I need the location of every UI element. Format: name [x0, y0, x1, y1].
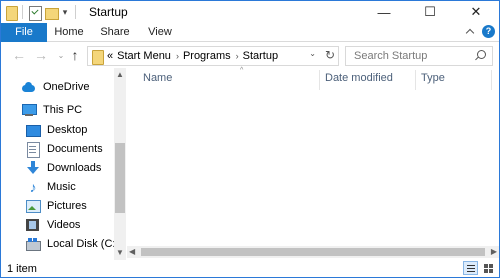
nav-item-this-pc[interactable]: This PC [21, 101, 82, 119]
scroll-down-arrow-icon[interactable]: ▼ [114, 248, 126, 258]
videos-icon [25, 218, 41, 232]
column-header-date-modified[interactable]: Date modified [325, 72, 393, 88]
quick-access-toolbar: ▾ [5, 4, 79, 21]
search-box[interactable]: Search Startup [345, 46, 493, 66]
nav-item-local-disk[interactable]: Local Disk (C:) [25, 235, 119, 253]
breadcrumb-overflow[interactable]: « [107, 50, 113, 62]
expand-ribbon-chevron-icon[interactable] [464, 26, 476, 38]
column-header-name[interactable]: Name [143, 72, 172, 88]
customize-toolbar-dropdown-icon[interactable]: ▾ [60, 7, 70, 18]
file-list-horizontal-scrollbar[interactable]: ◀ ▶ [127, 246, 499, 258]
window-controls: — ☐ ✕ [361, 1, 499, 23]
nav-item-label: Desktop [47, 124, 88, 136]
help-icon[interactable]: ? [482, 25, 495, 38]
new-folder-icon[interactable] [44, 5, 59, 20]
column-divider[interactable] [491, 70, 492, 90]
minimize-button[interactable]: — [361, 1, 407, 23]
downloads-icon [25, 161, 41, 175]
nav-item-label: Local Disk (C:) [47, 238, 120, 250]
documents-icon [25, 142, 41, 158]
breadcrumb-programs[interactable]: Programs [183, 50, 231, 62]
up-button[interactable]: ↑ [67, 46, 83, 64]
navigation-pane: OneDrive This PC Desktop Documents Downl… [1, 68, 125, 260]
navigation-pane-scrollbar[interactable]: ▲ ▼ [114, 68, 126, 260]
nav-item-label: Downloads [47, 162, 102, 174]
ribbon-tabs: File Home Share View ? [1, 23, 499, 42]
details-view-icon[interactable] [463, 261, 478, 275]
navigation-bar: ← → ⌄ ↑ « Start Menu › Programs › Startu… [1, 42, 499, 68]
nav-item-label: Videos [47, 219, 81, 231]
file-list-pane[interactable]: ^ Name Date modified Type ◀ ▶ [127, 67, 499, 260]
nav-item-documents[interactable]: Documents [25, 140, 103, 158]
column-divider[interactable] [319, 70, 320, 90]
desktop-icon [25, 123, 41, 137]
nav-item-desktop[interactable]: Desktop [25, 121, 87, 139]
local-disk-icon [25, 237, 41, 251]
nav-item-onedrive[interactable]: OneDrive [21, 78, 89, 96]
column-header-type[interactable]: Type [421, 72, 445, 88]
folder-icon [5, 5, 18, 21]
tab-home[interactable]: Home [47, 23, 91, 42]
nav-item-label: OneDrive [43, 81, 90, 93]
refresh-icon[interactable]: ↻ [325, 48, 335, 62]
breadcrumb-startup[interactable]: Startup [243, 50, 278, 62]
nav-item-label: Documents [47, 143, 103, 155]
toolbar-divider [22, 5, 23, 19]
back-button[interactable]: ← [11, 46, 27, 64]
pictures-icon [25, 199, 41, 213]
nav-item-downloads[interactable]: Downloads [25, 159, 101, 177]
tab-share[interactable]: Share [91, 23, 139, 42]
close-button[interactable]: ✕ [453, 1, 499, 23]
toolbar-divider [75, 5, 76, 19]
music-icon: ♪ [29, 179, 37, 195]
search-icon [474, 50, 486, 62]
file-explorer-window: ▾ Startup — ☐ ✕ File Home Share View ? ←… [0, 0, 500, 278]
nav-item-music[interactable]: ♪ Music [25, 178, 76, 196]
tab-file[interactable]: File [1, 23, 47, 42]
scrollbar-thumb[interactable] [115, 143, 125, 213]
nav-item-videos[interactable]: Videos [25, 216, 80, 234]
maximize-button[interactable]: ☐ [407, 1, 453, 23]
ribbon-right-controls: ? [464, 25, 495, 38]
breadcrumb-separator-icon[interactable]: › [176, 51, 179, 61]
nav-item-label: Pictures [47, 200, 87, 212]
folder-icon [91, 49, 104, 65]
nav-item-label: This PC [43, 104, 83, 116]
breadcrumb-separator-icon[interactable]: › [236, 51, 239, 61]
search-input[interactable]: Search Startup [354, 50, 474, 62]
column-divider[interactable] [415, 70, 416, 90]
item-count: 1 item [7, 263, 37, 275]
address-bar[interactable]: « Start Menu › Programs › Startup ⌄ ↻ [87, 46, 339, 66]
title-bar: ▾ Startup — ☐ ✕ [1, 1, 499, 23]
large-icons-view-icon[interactable] [480, 261, 495, 275]
breadcrumb-start-menu[interactable]: Start Menu [117, 50, 171, 62]
window-title: Startup [89, 5, 128, 19]
address-dropdown-icon[interactable]: ⌄ [309, 49, 316, 58]
scroll-up-arrow-icon[interactable]: ▲ [114, 70, 126, 80]
sort-indicator-icon: ^ [240, 67, 244, 74]
nav-item-pictures[interactable]: Pictures [25, 197, 87, 215]
properties-icon[interactable] [28, 5, 42, 21]
tab-view[interactable]: View [139, 23, 181, 42]
scrollbar-thumb[interactable] [141, 248, 485, 256]
view-switcher [463, 261, 495, 275]
this-pc-icon [21, 103, 37, 117]
forward-button[interactable]: → [33, 46, 49, 64]
scroll-left-arrow-icon[interactable]: ◀ [129, 246, 135, 258]
scroll-right-arrow-icon[interactable]: ▶ [491, 246, 497, 258]
status-bar: 1 item [1, 260, 499, 277]
nav-item-label: Music [47, 181, 76, 193]
onedrive-icon [21, 80, 37, 94]
